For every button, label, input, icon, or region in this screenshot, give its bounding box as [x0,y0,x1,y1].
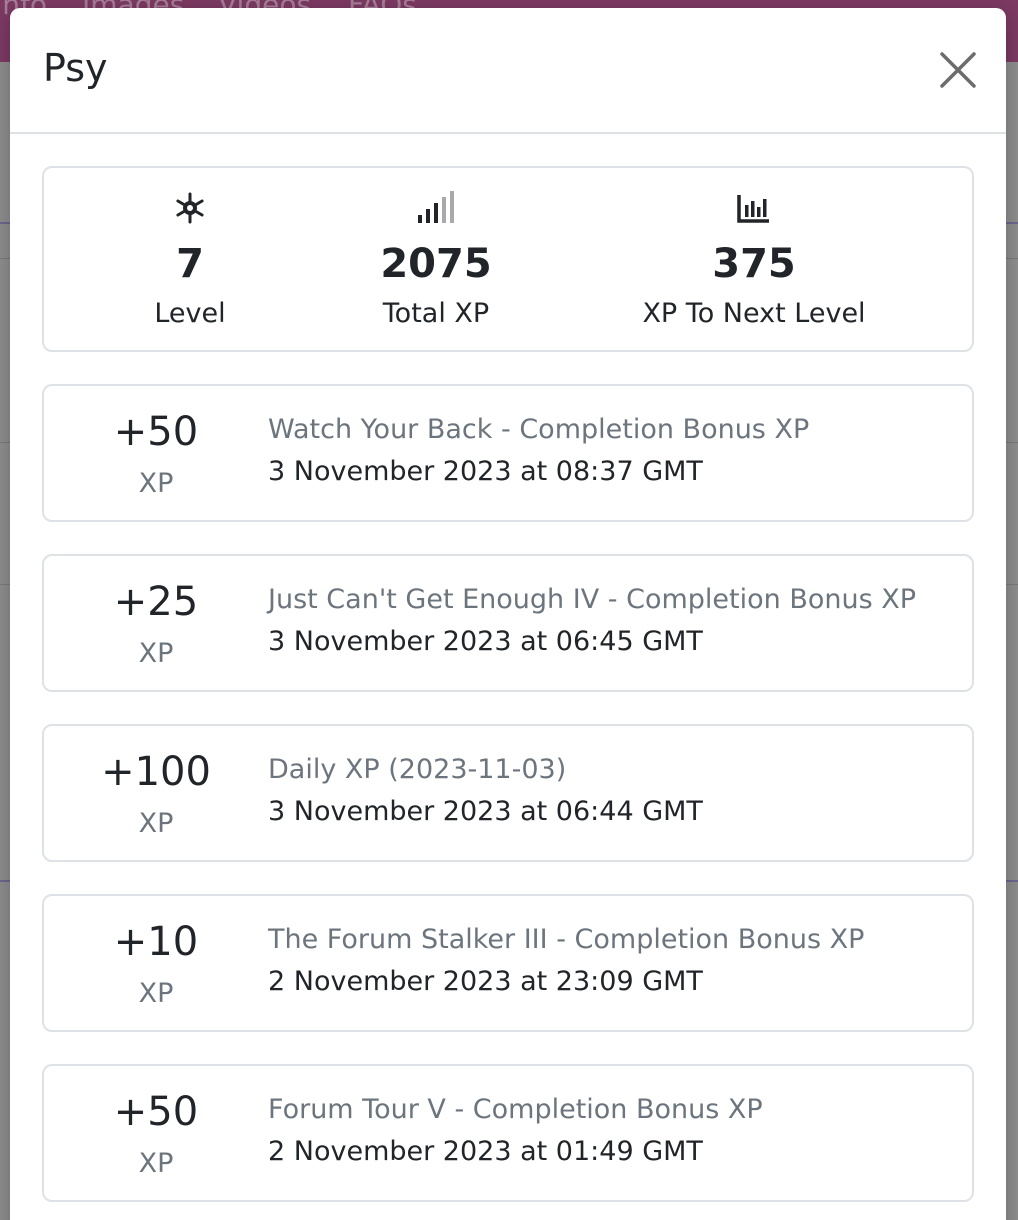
close-icon [940,52,976,88]
xp-date: 2 November 2023 at 23:09 GMT [268,966,703,997]
xp-history-item: +100 XP Daily XP (2023-11-03) 3 November… [42,724,974,862]
xp-unit: XP [138,638,174,669]
signal-bars-icon [418,191,454,223]
level-label: Level [154,298,226,329]
bg-divider [0,880,10,882]
xp-description: The Forum Stalker III - Completion Bonus… [268,924,865,955]
bg-divider [0,584,10,585]
xp-date: 2 November 2023 at 01:49 GMT [268,1136,703,1167]
total-xp-label: Total XP [382,298,490,329]
xp-amount: +50 [113,1089,199,1135]
xp-date: 3 November 2023 at 08:37 GMT [268,456,703,487]
xp-history-item: +50 XP Forum Tour V - Completion Bonus X… [42,1064,974,1202]
xp-history-item: +50 XP Watch Your Back - Completion Bonu… [42,384,974,522]
bg-divider [1006,222,1018,224]
xp-modal: Psy 7 Level 2075 Total XP 375 XP To Next… [10,8,1006,1220]
xp-unit: XP [138,978,174,1009]
bg-divider [0,442,10,443]
xp-amount: +50 [113,409,199,455]
stat-level: 7 Level [130,188,250,329]
level-value: 7 [176,241,204,287]
xp-history-item: +25 XP Just Can't Get Enough IV - Comple… [42,554,974,692]
total-xp-value: 2075 [380,241,492,287]
xp-amount: +10 [113,919,199,965]
bg-divider [1006,584,1018,585]
gear-icon [176,192,204,224]
stat-xp-to-next: 375 XP To Next Level [624,188,884,329]
xp-history-item: +10 XP The Forum Stalker III - Completio… [42,894,974,1032]
close-button[interactable] [938,50,978,90]
bg-divider [1006,258,1018,259]
xp-unit: XP [138,808,174,839]
xp-description: Forum Tour V - Completion Bonus XP [268,1094,763,1125]
bar-chart-icon [737,195,769,223]
xp-amount: +25 [113,579,199,625]
xp-description: Just Can't Get Enough IV - Completion Bo… [268,584,917,615]
xp-to-next-label: XP To Next Level [642,298,866,329]
stats-card: 7 Level 2075 Total XP 375 XP To Next Lev… [42,166,974,352]
xp-unit: XP [138,1148,174,1179]
bg-divider [1006,442,1018,443]
modal-header: Psy [10,8,1006,134]
xp-to-next-value: 375 [712,241,796,287]
modal-title: Psy [43,46,108,90]
stat-total-xp: 2075 Total XP [366,188,506,329]
xp-date: 3 November 2023 at 06:44 GMT [268,796,703,827]
bg-divider [0,258,10,259]
xp-unit: XP [138,468,174,499]
xp-description: Daily XP (2023-11-03) [268,754,567,785]
xp-amount: +100 [101,749,211,795]
bg-divider [1006,880,1018,882]
bg-divider [0,222,10,224]
xp-date: 3 November 2023 at 06:45 GMT [268,626,703,657]
xp-description: Watch Your Back - Completion Bonus XP [268,414,810,445]
